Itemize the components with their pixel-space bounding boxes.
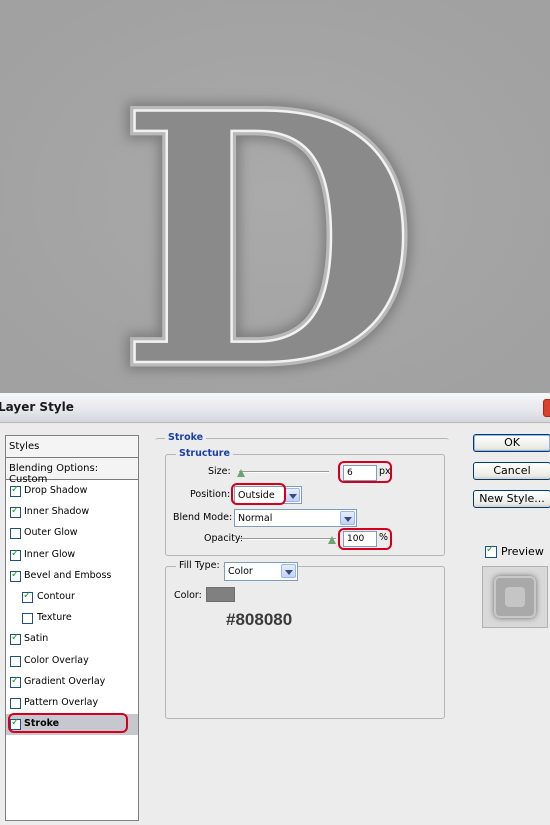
style-item-outer-glow[interactable]: Outer Glow — [6, 523, 138, 544]
blending-options-item[interactable]: Blending Options: Custom — [6, 458, 138, 485]
opacity-highlight — [338, 528, 392, 550]
opacity-slider-thumb[interactable] — [328, 536, 336, 544]
color-label: Color: — [174, 590, 202, 601]
close-icon[interactable] — [543, 399, 550, 417]
structure-group: Structure Size: 6 px Position: Outside B… — [165, 448, 445, 556]
style-item-label: Outer Glow — [24, 527, 78, 539]
style-item-inner-shadow[interactable]: Inner Shadow — [6, 502, 138, 523]
opacity-label: Opacity: — [204, 533, 244, 544]
fill-type-label: Fill Type: — [176, 560, 223, 571]
style-item-bevel-and-emboss[interactable]: Bevel and Emboss — [6, 566, 138, 587]
size-label: Size: — [208, 466, 231, 477]
chevron-down-icon[interactable] — [281, 564, 296, 578]
size-slider-thumb[interactable] — [237, 469, 245, 477]
style-item-drop-shadow[interactable]: Drop Shadow — [6, 481, 138, 502]
style-item-inner-glow[interactable]: Inner Glow — [6, 545, 138, 566]
layer-style-dialog: Layer Style Styles Blending Options: Cus… — [0, 393, 550, 825]
style-item-label: Pattern Overlay — [24, 697, 99, 708]
style-preview-thumbnail — [482, 566, 548, 628]
style-item-label: Texture — [37, 612, 72, 624]
style-checkbox[interactable] — [22, 613, 33, 625]
style-item-color-overlay[interactable]: Color Overlay — [6, 651, 138, 672]
stroke-item-highlight — [8, 713, 128, 734]
position-highlight — [231, 483, 286, 505]
style-checkbox[interactable] — [10, 675, 21, 688]
style-checkbox[interactable] — [10, 528, 21, 540]
style-checkbox[interactable] — [10, 484, 21, 497]
styles-header[interactable]: Styles — [6, 436, 138, 458]
canvas-preview: D D D — [0, 0, 550, 393]
cancel-button[interactable]: Cancel — [473, 462, 550, 480]
dialog-title: Layer Style — [0, 400, 74, 414]
color-hex-annotation: #808080 — [226, 610, 293, 629]
style-checkbox[interactable] — [10, 655, 21, 667]
position-label: Position: — [190, 489, 231, 500]
fill-type-value: Color — [228, 566, 253, 577]
style-checkbox[interactable] — [10, 548, 21, 561]
style-item-label: Gradient Overlay — [24, 675, 106, 687]
style-item-gradient-overlay[interactable]: Gradient Overlay — [6, 672, 138, 693]
size-slider[interactable] — [239, 471, 329, 473]
size-highlight — [338, 461, 392, 483]
style-item-label: Color Overlay — [24, 654, 89, 666]
style-item-satin[interactable]: Satin — [6, 629, 138, 650]
color-swatch[interactable] — [206, 587, 235, 602]
structure-title: Structure — [176, 448, 233, 459]
stroke-section-title: Stroke — [165, 432, 207, 443]
chevron-down-icon[interactable] — [285, 488, 300, 502]
blend-mode-select[interactable]: Normal — [234, 509, 357, 527]
style-item-label: Bevel and Emboss — [24, 569, 112, 581]
style-item-label: Inner Glow — [24, 548, 76, 560]
style-checkbox[interactable] — [10, 632, 21, 646]
preview-label: Preview — [501, 545, 544, 558]
style-item-stroke[interactable]: Stroke — [6, 713, 138, 736]
style-item-label: Inner Shadow — [24, 506, 90, 518]
styles-list: Styles Blending Options: Custom Drop Sha… — [5, 435, 139, 821]
style-checkbox[interactable] — [22, 590, 33, 603]
new-style-button[interactable]: New Style... — [473, 490, 550, 508]
styles-header-label: Styles — [9, 441, 40, 452]
style-item-contour[interactable]: Contour — [6, 587, 138, 608]
style-item-label: Drop Shadow — [24, 485, 88, 496]
letter-d-artwork: D D D — [0, 0, 550, 393]
style-item-label: Satin — [24, 633, 49, 645]
opacity-slider[interactable] — [239, 538, 336, 540]
blend-mode-value: Normal — [238, 513, 273, 524]
fill-type-select[interactable]: Color — [224, 562, 298, 581]
svg-text:D: D — [118, 39, 417, 393]
preview-checkbox[interactable] — [485, 544, 497, 558]
blend-mode-label: Blend Mode: — [173, 512, 233, 523]
dialog-titlebar[interactable]: Layer Style — [0, 393, 550, 423]
style-checkbox[interactable] — [10, 698, 21, 709]
dialog-body: Styles Blending Options: Custom Drop Sha… — [0, 424, 550, 825]
style-item-texture[interactable]: Texture — [6, 608, 138, 629]
fill-type-group: Fill Type: Color Color: #808080 — [165, 560, 445, 719]
style-checkbox[interactable] — [10, 569, 21, 582]
chevron-down-icon[interactable] — [340, 511, 355, 525]
style-item-pattern-overlay[interactable]: Pattern Overlay — [6, 693, 138, 714]
ok-button[interactable]: OK — [473, 434, 550, 452]
preview-swatch — [494, 576, 536, 618]
style-checkbox[interactable] — [10, 505, 21, 519]
style-item-label: Contour — [37, 591, 75, 602]
